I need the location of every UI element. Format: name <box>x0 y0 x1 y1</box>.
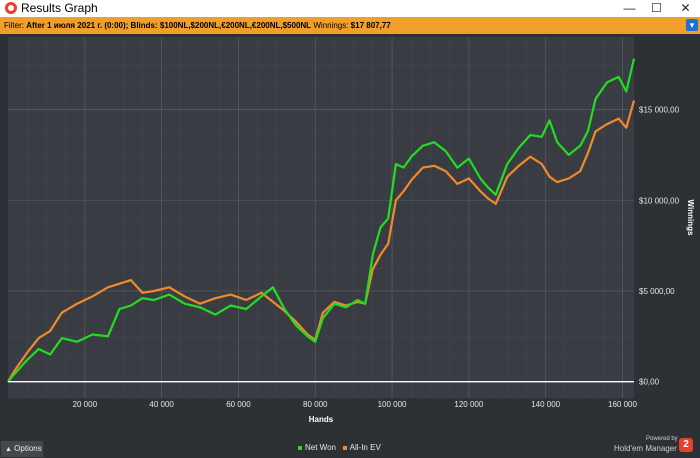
winnings-value: $17 807,77 <box>350 21 391 30</box>
powered-by-text: Powered by <box>646 436 678 442</box>
y-tick-label: $15 000,00 <box>639 106 680 115</box>
minimize-button[interactable]: — <box>616 0 643 17</box>
x-tick-label: 20 000 <box>73 400 98 409</box>
brand-name: Hold'em Manager <box>614 444 677 453</box>
x-tick-label: 40 000 <box>149 400 174 409</box>
x-tick-label: 160 000 <box>608 400 637 409</box>
x-tick-label: 100 000 <box>378 400 407 409</box>
y-tick-label: $5 000,00 <box>639 287 675 296</box>
x-axis-title: Hands <box>309 415 334 424</box>
y-axis-title: Winnings <box>686 200 695 236</box>
app-logo-icon <box>5 2 17 14</box>
chart-legend: Net Won All-In EV <box>298 443 381 453</box>
title-bar: Results Graph — ☐ ✕ <box>0 0 700 17</box>
close-button[interactable]: ✕ <box>672 0 699 17</box>
options-label: Options <box>14 444 42 453</box>
x-tick-label: 140 000 <box>531 400 560 409</box>
legend-swatch-all-in-ev <box>342 445 347 450</box>
x-tick-label: 60 000 <box>226 400 251 409</box>
window-title: Results Graph <box>21 1 98 15</box>
x-tick-label: 80 000 <box>303 400 328 409</box>
filter-value: After 1 июля 2021 г. (0:00); Blinds: $10… <box>26 21 312 30</box>
legend-swatch-net-won <box>298 445 302 450</box>
results-graph: 20 000 40 000 60 000 80 000 100 000 120 000 14… <box>7 37 695 424</box>
filter-edit-icon[interactable]: ▾ <box>686 19 698 31</box>
maximize-button[interactable]: ☐ <box>643 0 670 17</box>
plot-area <box>8 37 634 398</box>
legend-label-net-won: Net Won <box>305 443 336 452</box>
legend-label-all-in-ev: All-In EV <box>349 443 381 452</box>
filter-label: Filter: <box>4 21 24 30</box>
chevron-up-icon: ▲ <box>5 446 12 453</box>
y-tick-label: $10 000,00 <box>639 196 680 205</box>
options-button[interactable]: ▲ Options <box>1 441 43 457</box>
winnings-label: Winnings: <box>313 21 349 30</box>
y-tick-label: $0,00 <box>639 378 660 387</box>
x-tick-label: 120 000 <box>454 400 483 409</box>
filter-bar: Filter: After 1 июля 2021 г. (0:00); Bli… <box>0 17 700 34</box>
hem-logo-icon: 2 <box>679 438 693 452</box>
